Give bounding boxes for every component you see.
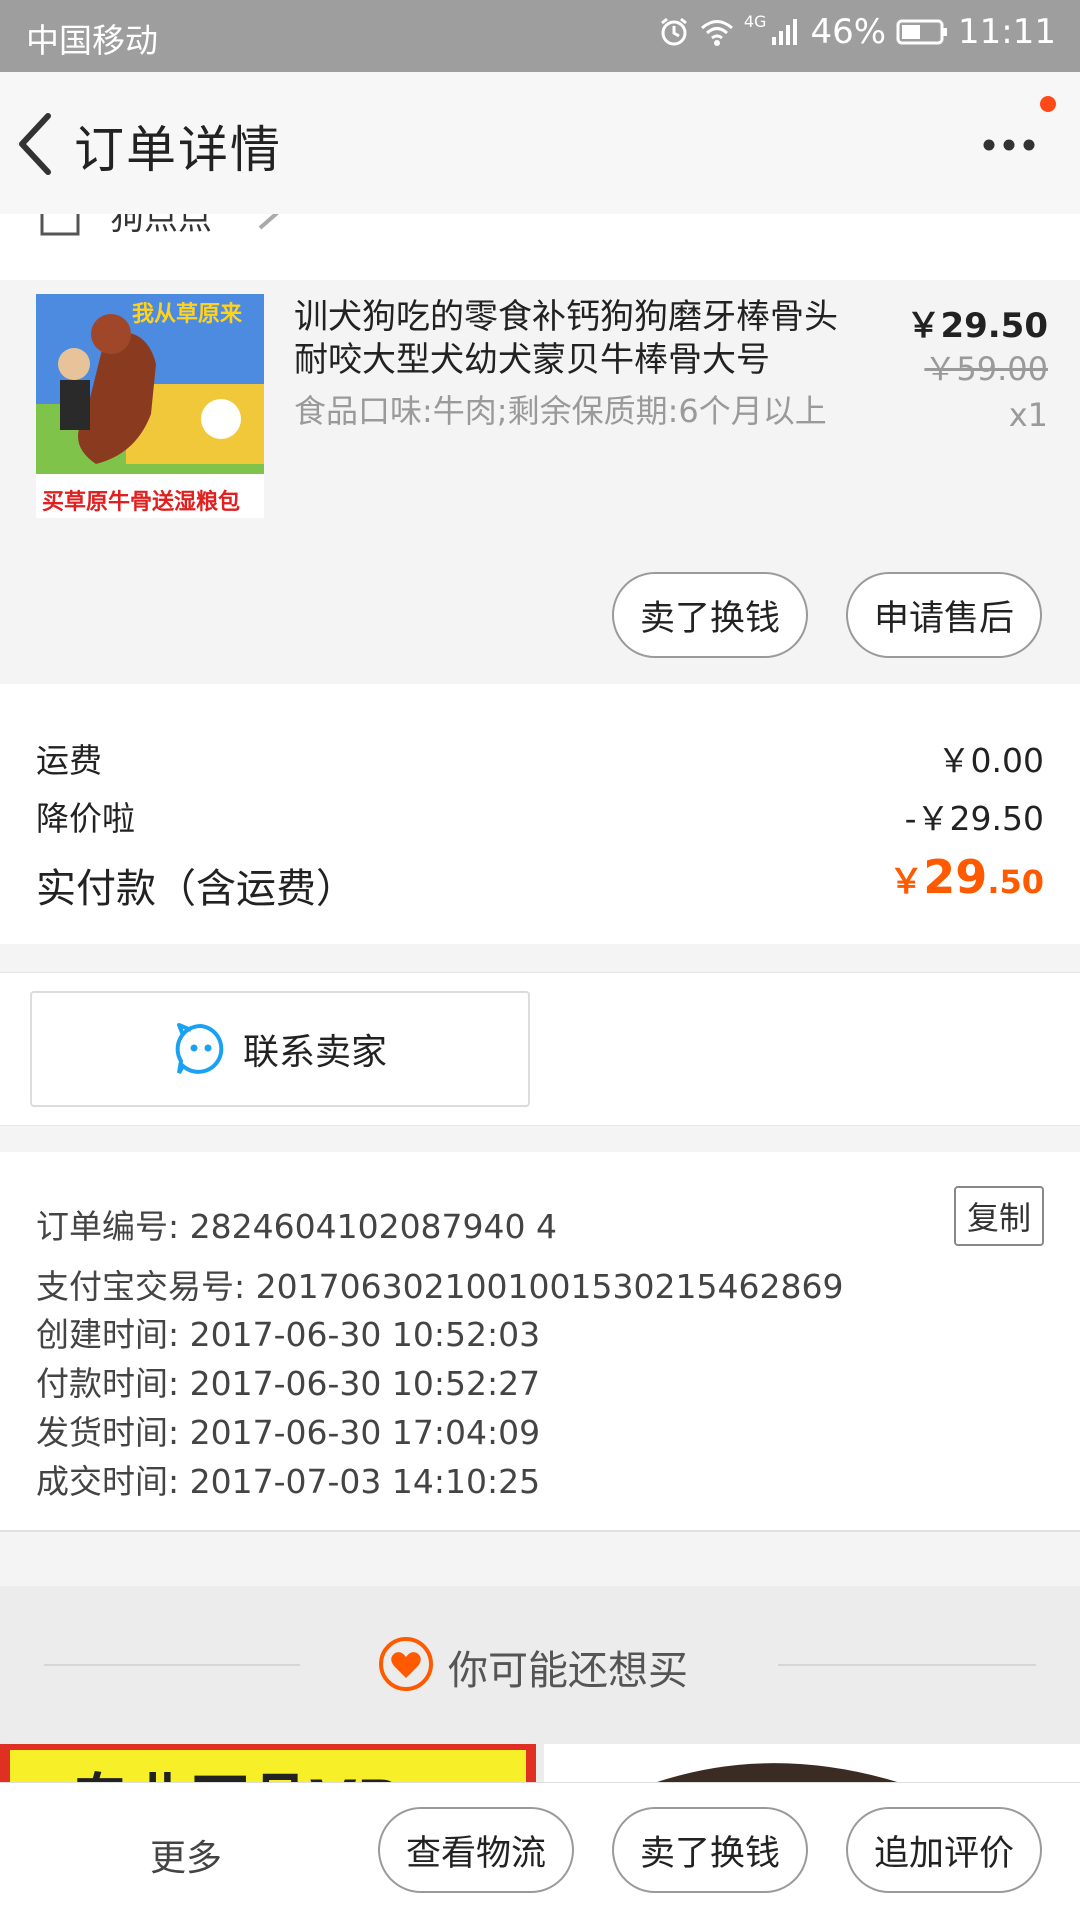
completed-time: 成交时间: 2017-07-03 14:10:25: [36, 1462, 541, 1501]
total-decimal: .50: [987, 863, 1044, 901]
total-integer: 29: [923, 850, 988, 904]
add-review-button[interactable]: 追加评价: [846, 1807, 1042, 1893]
created-time: 创建时间: 2017-06-30 10:52:03: [36, 1315, 541, 1354]
contact-seller-label: 联系卖家: [242, 1032, 387, 1073]
shop-row[interactable]: 狗点点: [0, 214, 1080, 280]
page-title: 订单详情: [74, 121, 282, 179]
original-price: ￥59.00: [924, 350, 1048, 388]
status-bar: 中国移动 4G 46% 11:11: [0, 0, 1080, 72]
sell-for-cash-bottom-button[interactable]: 卖了换钱: [612, 1807, 808, 1893]
order-number: 订单编号: 2824604102087940 4: [36, 1207, 558, 1246]
discount-label: 降价啦: [36, 799, 135, 838]
thumb-bottom-text-2: 送湿粮包: [152, 490, 241, 515]
nav-header: 订单详情: [0, 72, 1080, 214]
view-logistics-button[interactable]: 查看物流: [378, 1807, 574, 1893]
product-sku: 食品口味:牛肉;剩余保质期:6个月以上: [294, 392, 827, 430]
alipay-trade-number: 支付宝交易号: 2017063021001001530215462869: [36, 1267, 844, 1306]
order-info: 订单编号: 2824604102087940 4 复制 支付宝交易号: 2017…: [0, 1152, 1080, 1532]
discount-value: -￥29.50: [904, 799, 1044, 838]
status-icons: 4G 46% 11:11: [658, 12, 1056, 52]
contact-section: 联系卖家: [0, 972, 1080, 1126]
chevron-right-icon: [258, 214, 280, 230]
total-paid-label: 实付款（含运费）: [36, 866, 356, 912]
shipped-time: 发货时间: 2017-06-30 17:04:09: [36, 1413, 541, 1452]
signal-icon: [772, 19, 798, 45]
contact-seller-button[interactable]: 联系卖家: [30, 991, 530, 1107]
apply-after-sale-button[interactable]: 申请售后: [846, 572, 1042, 658]
back-arrow-icon[interactable]: [8, 106, 64, 182]
more-options-icon[interactable]: [980, 130, 1038, 160]
more-button[interactable]: 更多: [150, 1829, 222, 1881]
shop-name: 狗点点: [110, 214, 212, 238]
wifi-icon: [700, 20, 733, 46]
carrier-label: 中国移动: [26, 21, 158, 60]
battery-percent: 46%: [810, 12, 887, 52]
recommend-title: 你可能还想买: [448, 1648, 688, 1694]
bottom-action-bar: 更多 查看物流 卖了换钱 追加评价: [0, 1782, 1080, 1921]
product-price: ￥29.50: [906, 306, 1048, 346]
product-title[interactable]: 训犬狗吃的零食补钙狗狗磨牙棒骨头耐咬大型犬幼犬蒙贝牛棒骨大号: [294, 296, 854, 382]
product-thumbnail[interactable]: 我从草原来 买草原牛骨送湿粮包: [36, 294, 264, 518]
thumb-top-text: 我从草原来: [132, 301, 243, 327]
product-item[interactable]: 我从草原来 买草原牛骨送湿粮包 训犬狗吃的零食补钙狗狗磨牙棒骨头耐咬大型犬幼犬蒙…: [0, 280, 1080, 684]
total-paid-value: ￥29.50: [889, 850, 1044, 904]
fee-summary: 运费 ￥0.00 降价啦 -￥29.50 实付款（含运费） ￥29.50: [0, 684, 1080, 944]
shipping-value: ￥0.00: [937, 741, 1044, 780]
clock: 11:11: [958, 12, 1056, 52]
shop-icon: [40, 214, 80, 236]
network-type: 4G: [743, 12, 767, 31]
divider-left: [44, 1664, 300, 1666]
heart-icon: [379, 1637, 433, 1691]
thumb-bottom-text-1: 买草原牛骨: [42, 490, 153, 515]
product-quantity: x1: [1008, 396, 1048, 434]
notification-dot: [1040, 96, 1056, 112]
total-currency: ￥: [889, 862, 924, 902]
battery-icon: [896, 19, 948, 45]
alarm-icon: [660, 17, 687, 46]
chat-bubble-icon: [175, 1023, 224, 1074]
shipping-label: 运费: [36, 741, 102, 780]
divider-right: [778, 1664, 1036, 1666]
sell-for-cash-button[interactable]: 卖了换钱: [612, 572, 808, 658]
paid-time: 付款时间: 2017-06-30 10:52:27: [36, 1364, 541, 1403]
copy-button[interactable]: 复制: [954, 1186, 1044, 1246]
